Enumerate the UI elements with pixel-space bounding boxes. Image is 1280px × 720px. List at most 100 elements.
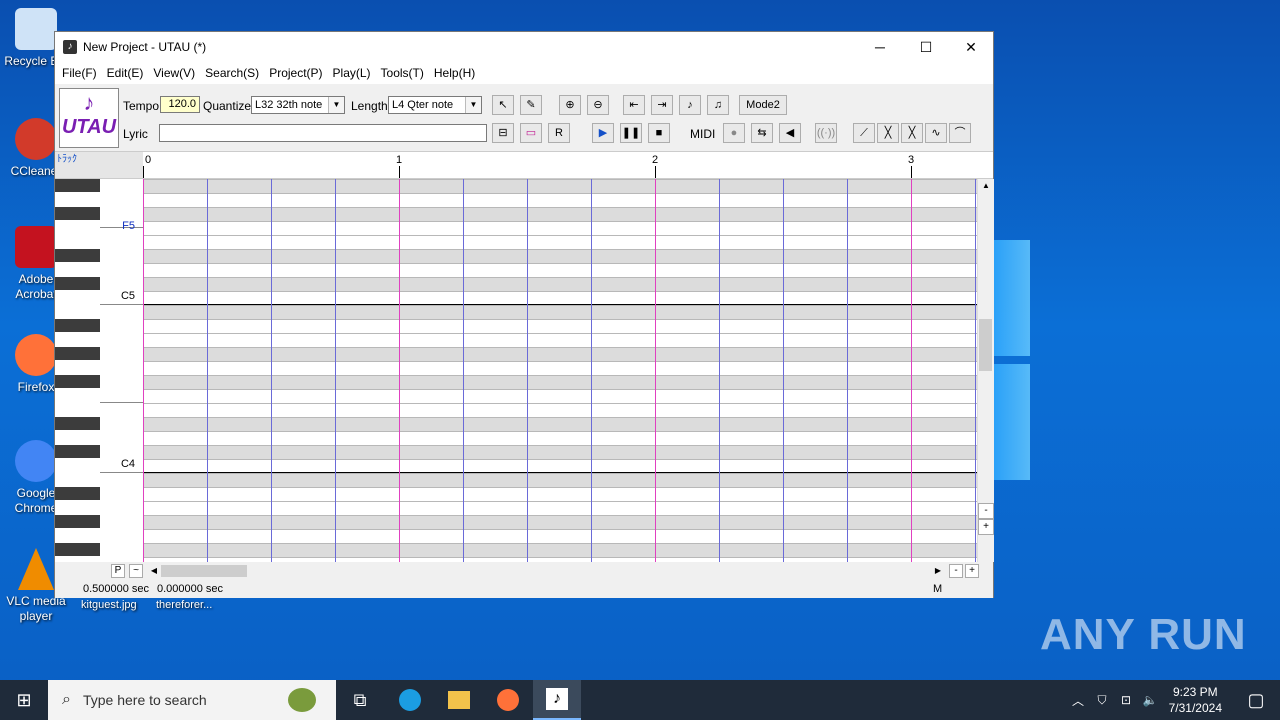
edge-icon [399,689,421,711]
chevron-down-icon: ▼ [328,97,344,113]
horizontal-scroll-thumb[interactable] [161,565,247,577]
chrome-icon [15,440,57,482]
taskbar: ⊞ ⌕ Type here to search ⧉ ♪ ︿ ⛉ ⊡ 🔈 9:23… [0,680,1280,720]
taskbar-edge[interactable] [386,680,434,720]
tray-network-button[interactable]: ⊡ [1114,680,1138,720]
beat-line [783,179,784,562]
vertical-scroll-thumb[interactable] [979,319,992,371]
utau-app-icon: ♪ [63,40,77,54]
zoom-in-vertical-button[interactable]: + [978,519,994,535]
vertical-scrollbar[interactable]: ▲ - + [977,179,994,562]
ruler-tick [399,166,400,178]
vibrato-button[interactable]: ((·)) [815,123,837,143]
menu-file[interactable]: File(F) [57,66,102,80]
lyric-input[interactable] [159,124,487,142]
lyric-bulk-button[interactable]: ▭ [520,123,542,143]
grid-row-line [143,473,977,474]
envelope-p3-button[interactable]: ╳ [901,123,923,143]
envelope-p1-button[interactable]: ⟋ [853,123,875,143]
note-grid[interactable] [143,179,977,562]
play-button[interactable]: ▶ [592,123,614,143]
grid-row-shade [143,417,977,431]
lyric-apply-button[interactable]: ⊟ [492,123,514,143]
go-end-button[interactable]: ⇥ [651,95,673,115]
menu-help[interactable]: Help(H) [429,66,480,80]
menu-tools[interactable]: Tools(T) [376,66,429,80]
scroll-up-icon[interactable]: ▲ [978,179,994,193]
desktop-file-thereforer[interactable]: thereforer... [156,599,212,611]
grid-row-line [143,221,977,222]
taskbar-search[interactable]: ⌕ Type here to search [48,680,336,720]
beat-line [975,179,976,562]
zoom-out-vertical-button[interactable]: - [978,503,994,519]
insert-lyric-icon: ⊟ [498,127,508,139]
octave-line [143,304,977,305]
midi-loop-button[interactable]: ⇆ [751,123,773,143]
zoom-in-horizontal-button[interactable]: + [965,564,979,578]
tray-security-button[interactable]: ⛉ [1090,680,1114,720]
tray-expand-button[interactable]: ︿ [1066,680,1090,720]
grid-row-line [143,263,977,264]
midi-record-button[interactable]: ● [723,123,745,143]
tempo-input[interactable]: 120.0 [160,96,200,113]
black-key [55,207,100,220]
grid-row-shade [143,375,977,389]
taskbar-clock[interactable]: 9:23 PM 7/31/2024 [1169,684,1222,716]
menu-view[interactable]: View(V) [148,66,200,80]
title-bar[interactable]: ♪ New Project - UTAU (*) ─ ☐ ✕ [55,32,993,62]
note-label-c5: C5 [120,290,135,302]
envelope-p2-button[interactable]: ╳ [877,123,899,143]
loop-icon: ⇆ [757,127,767,139]
tilde-toggle-button[interactable]: ~ [129,564,143,578]
mode2-button[interactable]: Mode2 [739,95,787,115]
zoom-out-horizontal-button[interactable]: - [949,564,963,578]
go-start-button[interactable]: ⇤ [623,95,645,115]
menu-play[interactable]: Play(L) [328,66,376,80]
horizontal-scrollbar[interactable]: P ~ ◀ ▶ - + [55,563,993,579]
menu-search[interactable]: Search(S) [200,66,264,80]
piano-keyboard[interactable]: F5 C5 C4 [55,179,143,562]
taskbar-explorer[interactable] [435,680,483,720]
grid-row-shade [143,473,977,487]
pitch-toggle-button[interactable]: P [111,564,125,578]
scroll-right-icon[interactable]: ▶ [931,564,945,578]
tray-volume-button[interactable]: 🔈 [1138,680,1162,720]
note-merge-button[interactable]: ♪ [679,95,701,115]
taskbar-firefox[interactable] [484,680,532,720]
pause-button[interactable]: ❚❚ [620,123,642,143]
menu-edit[interactable]: Edit(E) [102,66,149,80]
measure-ruler[interactable]: ﾄﾗｯｸ 0 1 2 3 [55,151,993,179]
task-view-button[interactable]: ⧉ [336,680,384,720]
zoom-out-button[interactable]: ⊖ [587,95,609,115]
notifications-button[interactable]: ▢ [1232,680,1280,720]
start-button[interactable]: ⊞ [0,680,48,720]
grid-row-line [143,557,977,558]
scroll-left-icon[interactable]: ◀ [147,564,161,578]
lyric-replace-button[interactable]: R [548,123,570,143]
envelope-p4-button[interactable]: ∿ [925,123,947,143]
note-split-button[interactable]: ♫ [707,95,729,115]
length-select[interactable]: L4 Qter note ▼ [388,96,482,114]
speaker-button[interactable]: ◀ [779,123,801,143]
quantize-select[interactable]: L32 32th note ▼ [251,96,345,114]
close-button[interactable]: ✕ [948,32,994,62]
maximize-button[interactable]: ☐ [903,32,949,62]
measure-line [655,179,656,562]
record-icon: ● [730,127,738,139]
minimize-button[interactable]: ─ [857,32,903,62]
stop-button[interactable]: ■ [648,123,670,143]
status-time-1: 0.500000 sec [83,583,150,595]
zoom-in-button[interactable]: ⊕ [559,95,581,115]
grid-row-line [143,305,977,306]
black-key [55,543,100,556]
beat-line [591,179,592,562]
select-tool-button[interactable]: ↖ [492,95,514,115]
grid-row-shade [143,207,977,221]
menu-project[interactable]: Project(P) [264,66,327,80]
desktop-file-kitguest[interactable]: kitguest.jpg [81,599,137,611]
envelope-reset-button[interactable]: ⌒ [949,123,971,143]
pencil-tool-button[interactable]: ✎ [520,95,542,115]
grid-row-line [143,361,977,362]
taskbar-utau[interactable]: ♪ [533,680,581,720]
ruler-tick [143,166,144,178]
